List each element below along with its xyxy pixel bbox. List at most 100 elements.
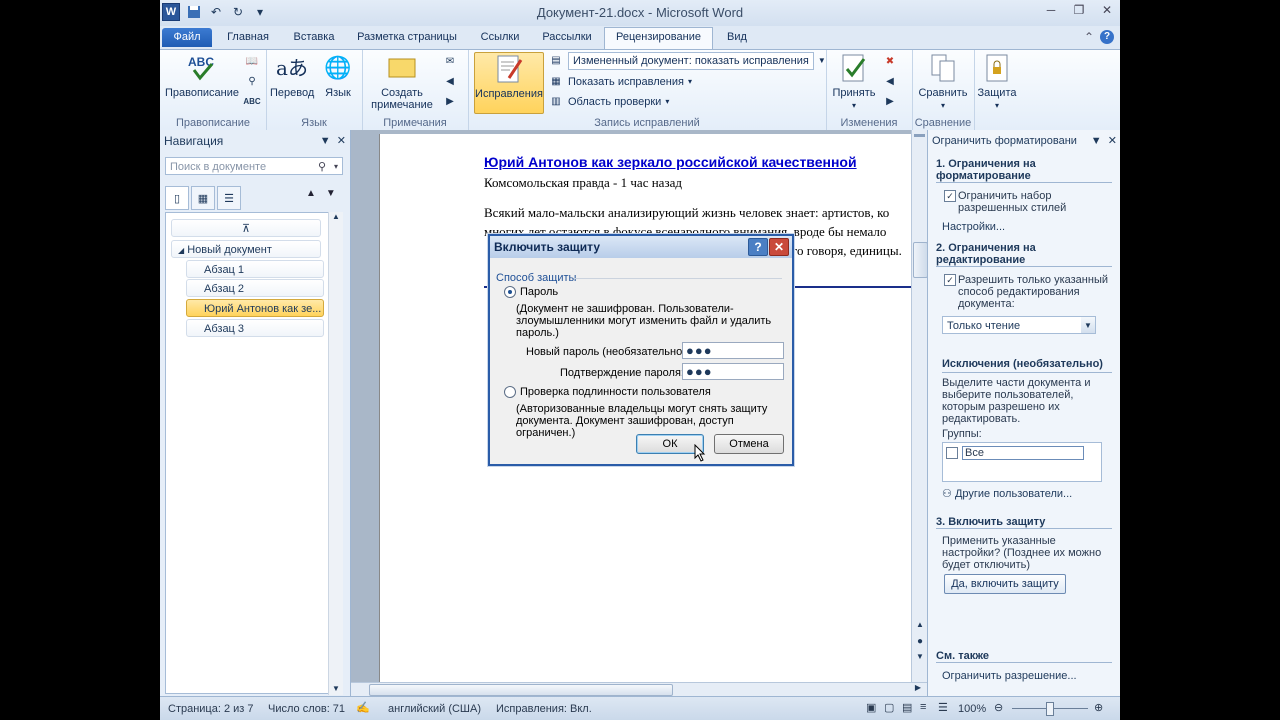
show-markup-button[interactable]: ▦ Показать исправления ▾ (548, 73, 692, 91)
spelling-button[interactable]: ABC Правописание (164, 52, 240, 99)
tab-page-layout[interactable]: Разметка страницы (352, 28, 462, 47)
radio-icon[interactable] (504, 386, 516, 399)
full-screen-icon[interactable]: ▢ (884, 701, 894, 714)
next-heading-icon[interactable]: ▼ (326, 188, 336, 199)
zoom-in-icon[interactable]: ⊕ (1094, 701, 1103, 714)
next-comment-icon[interactable]: ▶ (442, 94, 458, 108)
web-layout-icon[interactable]: ▤ (902, 701, 912, 714)
scroll-down-icon[interactable]: ▼ (912, 652, 928, 661)
zoom-level[interactable]: 100% (958, 703, 986, 715)
close-icon[interactable]: ✕ (769, 238, 789, 256)
heading-item[interactable]: Абзац 2 (186, 279, 324, 297)
search-options-icon[interactable]: ▾ (334, 158, 338, 176)
checkbox-icon[interactable] (946, 447, 958, 460)
tab-mailings[interactable]: Рассылки (536, 28, 598, 47)
enable-protection-button[interactable]: Да, включить защиту (944, 574, 1066, 594)
translate-button[interactable]: aあ Перевод (270, 52, 314, 99)
close-icon[interactable]: ✕ (1100, 3, 1114, 17)
heading-item[interactable]: Абзац 1 (186, 260, 324, 278)
groups-list[interactable]: Все (942, 442, 1102, 482)
status-words[interactable]: Число слов: 71 (268, 703, 345, 715)
display-for-review-combo[interactable]: ▤ Измененный документ: показать исправле… (548, 52, 826, 70)
pane-close-icon[interactable]: ✕ (1108, 135, 1117, 147)
confirm-password-field[interactable]: ●●● (682, 363, 784, 380)
accept-button[interactable]: Принять ▾ (830, 52, 878, 112)
tab-file[interactable]: Файл (162, 28, 212, 47)
restrict-permission-link[interactable]: Ограничить разрешение... (942, 670, 1077, 682)
group-all-item[interactable]: Все (946, 446, 1084, 460)
tab-home[interactable]: Главная (218, 28, 278, 47)
tab-references[interactable]: Ссылки (472, 28, 528, 47)
word-count-icon[interactable]: ABC (243, 94, 260, 108)
tab-insert[interactable]: Вставка (284, 28, 344, 47)
status-language[interactable]: английский (США) (388, 703, 481, 715)
checkbox-icon[interactable]: ✓ (944, 274, 956, 286)
results-view-icon[interactable]: ☰ (217, 186, 241, 210)
pane-menu-icon[interactable]: ▼ (320, 135, 331, 147)
thesaurus-icon[interactable]: ⚲ (244, 74, 260, 88)
browse-object-icon[interactable]: ● (912, 636, 928, 647)
next-change-icon[interactable]: ▶ (882, 94, 898, 108)
password-radio[interactable]: Пароль (504, 286, 558, 299)
pane-close-icon[interactable]: ✕ (337, 135, 346, 147)
new-password-field[interactable]: ●●● (682, 342, 784, 359)
previous-comment-icon[interactable]: ◀ (442, 74, 458, 88)
checkbox-icon[interactable]: ✓ (944, 190, 956, 202)
other-users-link[interactable]: ⚇ Другие пользователи... (942, 488, 1072, 500)
help-icon[interactable]: ? (1100, 30, 1114, 44)
reviewing-pane-button[interactable]: ▥ Область проверки ▾ (548, 93, 669, 111)
zoom-slider-thumb[interactable] (1046, 702, 1054, 716)
settings-link[interactable]: Настройки... (942, 221, 1005, 233)
delete-comment-icon[interactable]: ✉ (442, 54, 458, 68)
protect-button[interactable]: Защита ▾ (976, 52, 1018, 112)
zoom-out-icon[interactable]: ⊖ (994, 701, 1003, 714)
heading-item-selected[interactable]: Юрий Антонов как зе... (186, 299, 324, 317)
language-button[interactable]: 🌐 Язык (318, 52, 358, 100)
document-horizontal-scrollbar[interactable]: ▶ (351, 682, 927, 697)
allow-editing-checkbox[interactable]: ✓ Разрешить только указанный способ реда… (944, 274, 1109, 310)
new-comment-button[interactable]: Создать примечание (366, 52, 438, 111)
pages-view-icon[interactable]: ▦ (191, 186, 215, 210)
heading-item[interactable]: Абзац 3 (186, 319, 324, 337)
previous-change-icon[interactable]: ◀ (882, 74, 898, 88)
print-layout-icon[interactable]: ▣ (866, 701, 876, 714)
document-vertical-scrollbar[interactable]: ▲ ● ▼ (911, 130, 928, 682)
previous-heading-icon[interactable]: ▲ (306, 188, 316, 199)
compare-button[interactable]: Сравнить ▾ (916, 52, 970, 112)
nav-scrollbar[interactable]: ▲ ▼ (328, 212, 343, 695)
chevron-down-icon[interactable]: ▼ (1081, 317, 1095, 333)
status-track-changes[interactable]: Исправления: Вкл. (496, 703, 592, 715)
scroll-up-icon[interactable]: ▲ (912, 620, 928, 629)
minimize-icon[interactable]: ─ (1044, 3, 1058, 17)
scroll-thumb[interactable] (913, 242, 928, 278)
restrict-styles-checkbox[interactable]: ✓ Ограничить набор разрешенных стилей (944, 190, 1109, 214)
user-auth-radio[interactable]: Проверка подлинности пользователя (504, 386, 711, 399)
proofing-status-icon[interactable]: ✍ (356, 701, 370, 714)
ruler-toggle-icon[interactable] (914, 134, 925, 137)
editing-mode-select[interactable]: Только чтение ▼ (942, 316, 1096, 334)
pane-menu-icon[interactable]: ▼ (1091, 135, 1102, 147)
track-changes-button[interactable]: Исправления (474, 52, 544, 114)
search-icon[interactable]: ⚲ (318, 158, 326, 176)
help-icon[interactable]: ? (748, 238, 768, 256)
cancel-button[interactable]: Отмена (714, 434, 784, 454)
draft-view-icon[interactable]: ☰ (938, 701, 948, 714)
status-page[interactable]: Страница: 2 из 7 (168, 703, 254, 715)
scroll-up-icon[interactable]: ▲ (329, 212, 343, 221)
search-document-input[interactable]: Поиск в документе ⚲ ▾ (165, 157, 343, 175)
outline-view-icon[interactable]: ≡ (920, 701, 926, 713)
reject-icon[interactable]: ✖ (882, 54, 898, 68)
collapse-ribbon-icon[interactable]: ⌃ (1084, 30, 1094, 44)
restore-icon[interactable]: ❐ (1072, 3, 1086, 17)
h-scroll-thumb[interactable] (369, 684, 673, 696)
research-icon[interactable]: 📖 (244, 54, 260, 68)
heading-item[interactable]: ◢ Новый документ (171, 240, 321, 258)
radio-icon[interactable] (504, 286, 516, 299)
scroll-right-icon[interactable]: ▶ (915, 683, 921, 692)
scroll-down-icon[interactable]: ▼ (329, 684, 343, 693)
tab-view[interactable]: Вид (720, 28, 754, 47)
headings-view-icon[interactable]: ▯ (165, 186, 189, 210)
article-heading-link[interactable]: Юрий Антонов как зеркало российской каче… (484, 154, 857, 170)
collapse-all-icon[interactable]: ⊼ (171, 219, 321, 237)
tab-review[interactable]: Рецензирование (604, 27, 713, 50)
